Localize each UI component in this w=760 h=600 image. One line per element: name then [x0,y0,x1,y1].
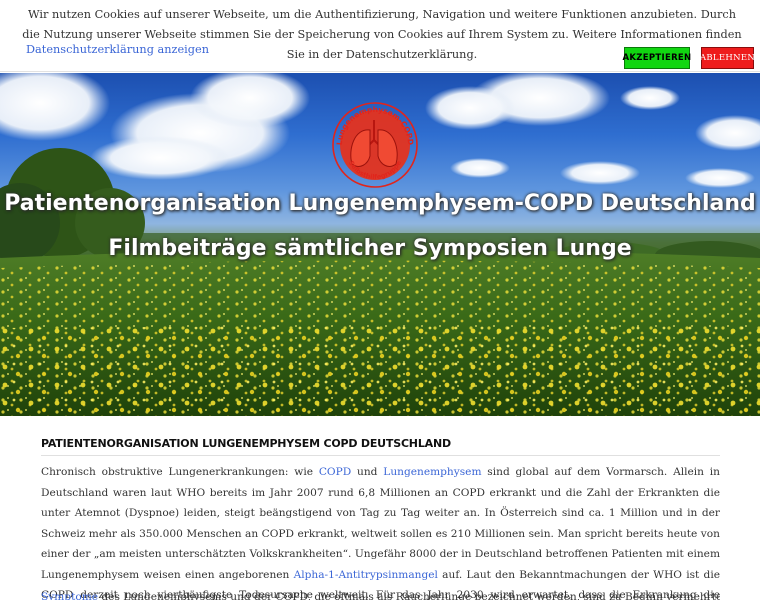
symptome-link[interactable]: Symptome [41,591,98,600]
main-content: PATIENTENORGANISATION LUNGENEMPHYSEM COP… [41,437,720,600]
intro-text-1: Chronisch obstruktive Lungenerkrankungen… [41,466,319,478]
copd-link[interactable]: COPD [319,466,351,478]
hero-title: Patientenorganisation Lungenemphysem-COP… [4,191,756,216]
alpha1-link[interactable]: Alpha-1-Antitrypsinmangel [294,569,438,581]
lung-logo-icon: Lungenemphysem-COPD Selbsthilfegruppe [332,102,418,188]
symptoms-paragraph: Symptome des Lungenemphysems und der COP… [41,587,720,600]
intro-paragraph: Chronisch obstruktive Lungenerkrankungen… [41,462,720,600]
lungenemphysem-link[interactable]: Lungenemphysem [383,466,481,478]
section-heading: PATIENTENORGANISATION LUNGENEMPHYSEM COP… [41,437,451,450]
hero-subtitle: Filmbeiträge sämtlicher Symposien Lunge [108,236,632,261]
heading-divider [41,455,720,456]
symptoms-text: des Lungenemphysems und der COPD, die of… [101,591,720,600]
intro-text-2: und [351,466,384,478]
decline-cookies-button[interactable]: ABLEHNEN [700,47,755,69]
cookie-banner: Wir nutzen Cookies auf unserer Webseite,… [0,0,760,72]
intro-text-3: sind global auf dem Vormarsch. Allein in… [41,466,720,581]
privacy-policy-link[interactable]: Datenschutzerklärung anzeigen [26,43,209,56]
accept-cookies-button[interactable]: AKZEPTIEREN [623,47,691,69]
hero-banner: Lungenemphysem-COPD Selbsthilfegruppe Pa… [0,73,760,416]
